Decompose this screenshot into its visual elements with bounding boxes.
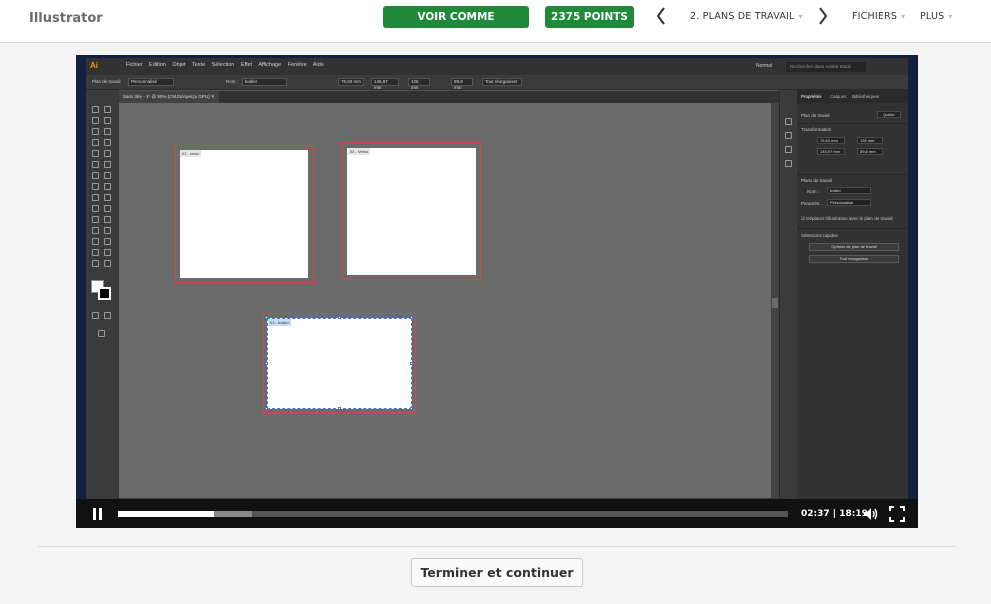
ai-control-label: Plan de travail bbox=[92, 79, 121, 84]
ai-quit-button: Quitter bbox=[877, 111, 901, 118]
files-label: FICHIERS bbox=[852, 11, 898, 22]
ai-control-bar: Plan de travail Personnalisé Nom : boiti… bbox=[86, 75, 908, 90]
separator bbox=[38, 546, 956, 547]
stroke-swatch bbox=[98, 287, 111, 300]
ai-transform-y: 145,97 mm bbox=[817, 148, 845, 155]
ai-panel-preset-label: Paramètr... bbox=[801, 201, 824, 206]
ai-transform-x: 76,63 mm bbox=[817, 137, 845, 144]
volume-icon[interactable] bbox=[863, 506, 879, 522]
player-controls: 02:37 | 18:19 bbox=[76, 499, 918, 528]
ai-w-field: 126 mm bbox=[408, 78, 430, 90]
ai-menu-item: Fichier bbox=[126, 62, 143, 68]
next-lesson-icon[interactable] bbox=[818, 7, 828, 25]
ai-document-tabs: Sans titre - 1* @ 50% (CMJN/Aperçu GPU) … bbox=[119, 91, 779, 103]
artboard-label: 03 - boitier bbox=[268, 319, 291, 326]
top-bar: Illustrator VOIR COMME FORMATEUR 2375 PO… bbox=[0, 0, 991, 45]
ai-workspace: Normal bbox=[756, 63, 773, 69]
ai-arrange-all-button: Tout réorganiser bbox=[809, 255, 899, 263]
ai-panel-tab: Propriétés bbox=[801, 94, 822, 99]
ai-menu-bar: Fichier Edition Objet Texte Sélection Ef… bbox=[126, 62, 329, 68]
ai-titlebar: Ai Fichier Edition Objet Texte Sélection… bbox=[86, 58, 908, 75]
ai-h-field: 89,8 mm bbox=[451, 78, 473, 90]
artboard-label: 01 - recto bbox=[180, 150, 201, 157]
ai-panel-tab: Bibliothèques bbox=[852, 94, 880, 99]
ai-transform-w: 126 mm bbox=[857, 137, 883, 144]
pause-icon[interactable] bbox=[91, 507, 105, 521]
previous-lesson-icon[interactable] bbox=[656, 7, 666, 25]
ai-properties-panel: Propriétés Calques Bibliothèques Plan de… bbox=[797, 90, 908, 508]
more-menu[interactable]: PLUS ▾ bbox=[920, 11, 953, 22]
ai-logo: Ai bbox=[90, 61, 98, 70]
ai-menu-item: Affichage bbox=[258, 62, 282, 68]
ai-menu-item: Fenêtre bbox=[287, 62, 307, 68]
ai-menu-item: Edition bbox=[149, 62, 166, 68]
ai-document-tab: Sans titre - 1* @ 50% (CMJN/Aperçu GPU) … bbox=[119, 91, 219, 103]
ai-move-checkbox-label: ☑ Déplacer l'illustration avec le plan d… bbox=[801, 216, 893, 221]
chevron-down-icon: ▾ bbox=[798, 12, 803, 21]
ai-panel-name-label: Nom : bbox=[807, 189, 820, 194]
ai-move-checkbox-text: Déplacer l'illustration avec le plan de … bbox=[806, 216, 893, 221]
ai-section-artboards: Plans de travail bbox=[801, 178, 832, 183]
ai-name-label: Nom : bbox=[226, 79, 239, 84]
ai-stock-search: Rechercher dans Adobe Stock bbox=[786, 62, 866, 72]
progress-played bbox=[118, 511, 214, 517]
view-as-trainer-button[interactable]: VOIR COMME FORMATEUR bbox=[383, 6, 529, 45]
ai-menu-item: Effet bbox=[240, 62, 253, 68]
fullscreen-icon[interactable] bbox=[889, 506, 905, 522]
ai-canvas: 01 - recto 02 - Verso 03 - boitier bbox=[119, 103, 771, 498]
lesson-label: 2. PLANS DE TRAVAIL bbox=[690, 11, 795, 22]
video-player[interactable]: Ai Fichier Edition Objet Texte Sélection… bbox=[76, 55, 918, 528]
chevron-down-icon: ▾ bbox=[901, 12, 906, 21]
time-display: 02:37 | 18:19 bbox=[801, 509, 868, 519]
ai-section-transform: Transformation bbox=[801, 127, 832, 132]
artboard-label: 02 - Verso bbox=[348, 148, 371, 155]
illustrator-window: Ai Fichier Edition Objet Texte Sélection… bbox=[86, 58, 908, 508]
ai-section-artboard: Plan de travail bbox=[801, 113, 830, 118]
ai-menu-item: Aide bbox=[312, 62, 324, 68]
ai-panel-name-field: boitier bbox=[827, 187, 871, 194]
lesson-dropdown[interactable]: 2. PLANS DE TRAVAIL ▾ bbox=[690, 11, 803, 22]
ai-menu-item: Sélection bbox=[211, 62, 235, 68]
ai-menu-item: Objet bbox=[172, 62, 186, 68]
ai-transform-h: 89,8 mm bbox=[857, 148, 883, 155]
ai-artboard-options-button: Options de plan de travail bbox=[809, 243, 899, 251]
more-label: PLUS bbox=[920, 11, 945, 22]
finish-continue-button[interactable]: Terminer et continuer bbox=[411, 558, 583, 587]
ai-name-field: boitier bbox=[242, 78, 287, 86]
artboard-verso bbox=[347, 148, 476, 275]
ai-panel-strip bbox=[779, 90, 797, 508]
artboard-recto bbox=[180, 150, 308, 278]
files-menu[interactable]: FICHIERS ▾ bbox=[852, 11, 905, 22]
ai-document-tab-label: Sans titre - 1* @ 50% (CMJN/Aperçu GPU) bbox=[123, 94, 210, 99]
ai-menu-item: Texte bbox=[192, 62, 206, 68]
artboard-boitier bbox=[267, 318, 412, 409]
ai-panel-tab: Calques bbox=[830, 94, 847, 99]
chevron-down-icon: ▾ bbox=[948, 12, 953, 21]
ai-arrange-button: Tout réorganiser bbox=[482, 78, 522, 86]
ai-toolbar bbox=[86, 90, 119, 508]
ai-section-quick: Sélections rapides bbox=[801, 233, 838, 238]
ai-panel-tabs: Propriétés Calques Bibliothèques bbox=[797, 90, 908, 103]
progress-bar[interactable] bbox=[118, 511, 788, 517]
ai-preset-field: Personnalisé bbox=[128, 78, 174, 86]
ai-panel-preset-field: Personnalisé bbox=[827, 199, 871, 206]
ai-y-field: 145,97 mm bbox=[371, 78, 399, 90]
points-button[interactable]: 2375 POINTS bbox=[545, 6, 634, 28]
course-title: Illustrator bbox=[29, 11, 103, 26]
ai-vertical-scrollbar bbox=[771, 103, 779, 498]
ai-x-field: 76,63 mm bbox=[338, 78, 364, 86]
